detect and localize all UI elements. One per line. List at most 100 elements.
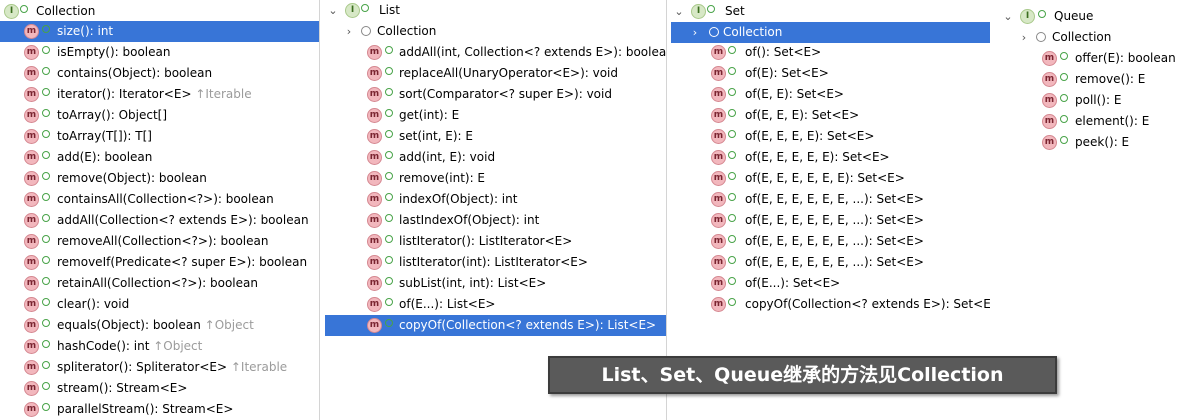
method-row[interactable]: m spliterator(): Spliterator<E> ↑Iterable <box>0 357 319 378</box>
method-signature: of(E, E, E, E, E, E, ...): Set<E> <box>745 213 924 227</box>
chevron-down-icon[interactable]: ⌄ <box>1002 6 1014 27</box>
method-icon: m <box>24 171 39 186</box>
method-signature: indexOf(Object): int <box>399 192 518 206</box>
interface-icon: I <box>345 3 360 18</box>
queue-header-row[interactable]: ⌄ I Queue <box>1000 6 1178 27</box>
method-row[interactable]: m copyOf(Collection<? extends E>): List<E… <box>325 315 666 336</box>
method-row[interactable]: m of(E, E, E, E, E): Set<E> <box>671 147 990 168</box>
method-row[interactable]: m set(int, E): E <box>325 126 666 147</box>
method-row[interactable]: m of(): Set<E> <box>671 42 990 63</box>
method-row[interactable]: m of(E, E, E, E, E, E, ...): Set<E> <box>671 231 990 252</box>
method-signature: clear(): void <box>57 297 130 311</box>
public-visibility-icon <box>385 193 393 201</box>
public-visibility-icon <box>385 172 393 180</box>
method-row[interactable]: m remove(Object): boolean <box>0 168 319 189</box>
public-visibility-icon <box>728 151 736 159</box>
method-row[interactable]: m toArray(): Object[] <box>0 105 319 126</box>
public-visibility-icon <box>42 256 50 264</box>
method-signature: isEmpty(): boolean <box>57 45 171 59</box>
method-signature: of(E...): Set<E> <box>745 276 841 290</box>
visibility-icon <box>361 4 369 12</box>
method-icon: m <box>711 87 726 102</box>
method-row[interactable]: m removeAll(Collection<?>): boolean <box>0 231 319 252</box>
method-row[interactable]: m of(E, E): Set<E> <box>671 84 990 105</box>
method-row[interactable]: m get(int): E <box>325 105 666 126</box>
method-row[interactable]: m of(E...): Set<E> <box>671 273 990 294</box>
chevron-down-icon[interactable]: ⌄ <box>673 1 685 22</box>
method-row[interactable]: m of(E, E, E, E, E, E, ...): Set<E> <box>671 210 990 231</box>
method-row[interactable]: m removeIf(Predicate<? super E>): boolean <box>0 252 319 273</box>
method-row[interactable]: m addAll(Collection<? extends E>): boolea… <box>0 210 319 231</box>
method-row[interactable]: m sort(Comparator<? super E>): void <box>325 84 666 105</box>
method-row[interactable]: m of(E...): List<E> <box>325 294 666 315</box>
method-icon: m <box>367 66 382 81</box>
method-row[interactable]: m parallelStream(): Stream<E> <box>0 399 319 420</box>
method-row[interactable]: m of(E, E, E): Set<E> <box>671 105 990 126</box>
method-icon: m <box>367 297 382 312</box>
method-row[interactable]: m element(): E <box>1000 111 1178 132</box>
list-header-row[interactable]: ⌄ I List <box>325 0 666 21</box>
public-visibility-icon <box>385 235 393 243</box>
public-visibility-icon <box>42 46 50 54</box>
queue-parent-row[interactable]: › Collection <box>1000 27 1178 48</box>
method-row[interactable]: m copyOf(Collection<? extends E>): Set<E> <box>671 294 990 315</box>
method-row[interactable]: m replaceAll(UnaryOperator<E>): void <box>325 63 666 84</box>
method-row[interactable]: m of(E): Set<E> <box>671 63 990 84</box>
method-row[interactable]: m of(E, E, E, E, E, E, ...): Set<E> <box>671 252 990 273</box>
method-row[interactable]: m listIterator(int): ListIterator<E> <box>325 252 666 273</box>
public-visibility-icon <box>728 298 736 306</box>
method-row[interactable]: m remove(): E <box>1000 69 1178 90</box>
method-row[interactable]: m add(int, E): void <box>325 147 666 168</box>
public-visibility-icon <box>42 235 50 243</box>
method-row[interactable]: m subList(int, int): List<E> <box>325 273 666 294</box>
method-signature: toArray(): Object[] <box>57 108 168 122</box>
method-row[interactable]: m lastIndexOf(Object): int <box>325 210 666 231</box>
method-row[interactable]: m retainAll(Collection<?>): boolean <box>0 273 319 294</box>
method-row[interactable]: m contains(Object): boolean <box>0 63 319 84</box>
method-row[interactable]: m toArray(T[]): T[] <box>0 126 319 147</box>
method-row[interactable]: m listIterator(): ListIterator<E> <box>325 231 666 252</box>
method-row[interactable]: m remove(int): E <box>325 168 666 189</box>
chevron-right-icon[interactable]: › <box>343 21 355 42</box>
public-visibility-icon <box>42 277 50 285</box>
method-signature: add(E): boolean <box>57 150 153 164</box>
method-row[interactable]: m of(E, E, E, E, E, E, ...): Set<E> <box>671 189 990 210</box>
public-visibility-icon <box>728 46 736 54</box>
method-row[interactable]: m iterator(): Iterator<E> ↑Iterable <box>0 84 319 105</box>
method-row[interactable]: m containsAll(Collection<?>): boolean <box>0 189 319 210</box>
public-visibility-icon <box>728 256 736 264</box>
chevron-down-icon[interactable]: ⌄ <box>327 0 339 21</box>
public-visibility-icon <box>42 382 50 390</box>
method-row[interactable]: m hashCode(): int ↑Object <box>0 336 319 357</box>
method-row[interactable]: m size(): int <box>0 21 319 42</box>
method-icon: m <box>24 234 39 249</box>
method-row[interactable]: m isEmpty(): boolean <box>0 42 319 63</box>
method-row[interactable]: m add(E): boolean <box>0 147 319 168</box>
method-row[interactable]: m equals(Object): boolean ↑Object <box>0 315 319 336</box>
method-icon: m <box>711 276 726 291</box>
set-parent-row[interactable]: › Collection <box>671 22 990 43</box>
method-icon: m <box>24 318 39 333</box>
method-row[interactable]: m of(E, E, E, E): Set<E> <box>671 126 990 147</box>
visibility-icon <box>20 5 28 13</box>
collection-header-row[interactable]: I Collection <box>0 1 319 22</box>
chevron-right-icon[interactable]: › <box>689 22 701 43</box>
list-parent-row[interactable]: › Collection <box>325 21 666 42</box>
set-header-row[interactable]: ⌄ I Set <box>671 1 990 22</box>
method-row[interactable]: m peek(): E <box>1000 132 1178 153</box>
method-icon: m <box>367 276 382 291</box>
method-row[interactable]: m poll(): E <box>1000 90 1178 111</box>
method-row[interactable]: m clear(): void <box>0 294 319 315</box>
method-row[interactable]: m stream(): Stream<E> <box>0 378 319 399</box>
public-visibility-icon <box>42 403 50 411</box>
method-icon: m <box>367 87 382 102</box>
public-visibility-icon <box>385 319 393 327</box>
method-row[interactable]: m offer(E): boolean <box>1000 48 1178 69</box>
method-row[interactable]: m of(E, E, E, E, E, E): Set<E> <box>671 168 990 189</box>
method-icon: m <box>367 171 382 186</box>
method-row[interactable]: m indexOf(Object): int <box>325 189 666 210</box>
method-row[interactable]: m addAll(int, Collection<? extends E>): b… <box>325 42 666 63</box>
chevron-right-icon[interactable]: › <box>1018 27 1030 48</box>
method-list: m offer(E): boolean m remove(): E m poll(): E… <box>1000 48 1178 153</box>
method-icon: m <box>24 108 39 123</box>
